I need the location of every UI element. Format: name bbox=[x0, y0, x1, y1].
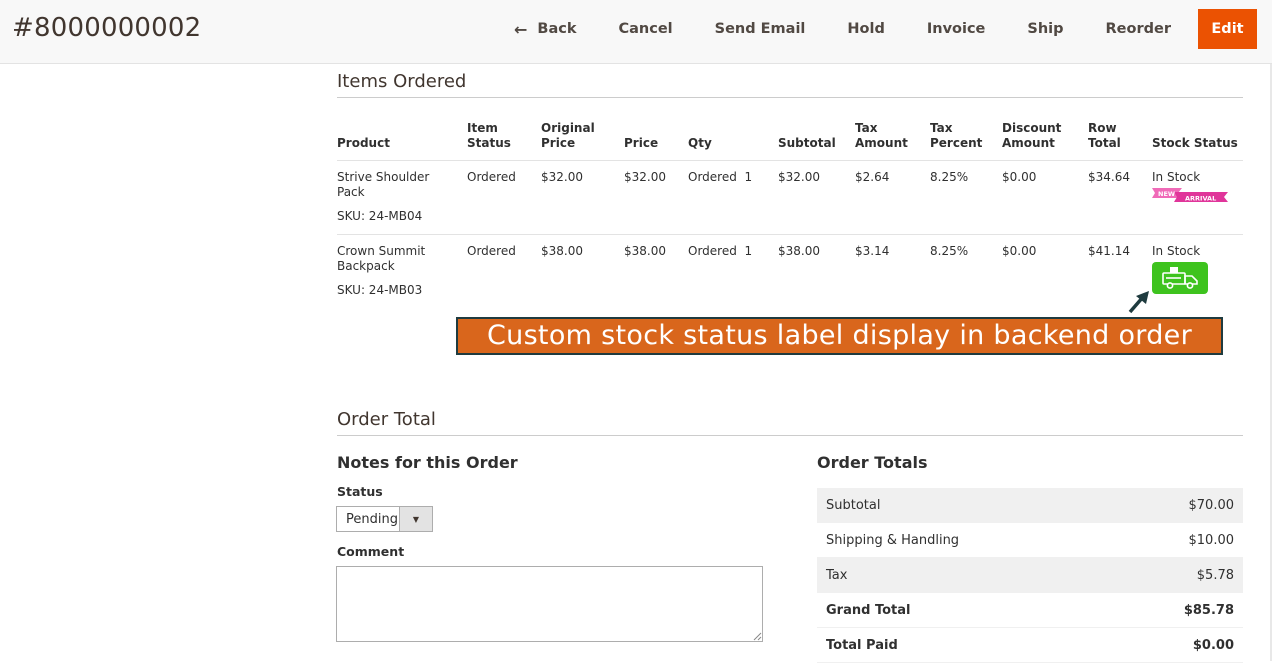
discount-amount-cell: $0.00 bbox=[1002, 244, 1037, 258]
hold-button[interactable]: Hold bbox=[826, 9, 905, 49]
order-totals-table: Subtotal $70.00 Shipping & Handling $10.00… bbox=[817, 488, 1243, 663]
ship-button[interactable]: Ship bbox=[1006, 9, 1084, 49]
column-header: Product bbox=[337, 113, 467, 161]
discount-amount-cell: $0.00 bbox=[1002, 160, 1088, 235]
svg-text:ARRIVAL: ARRIVAL bbox=[1185, 195, 1216, 203]
new-arrival-ribbon-icon: NEW ARRIVAL bbox=[1152, 187, 1228, 203]
back-button-label: Back bbox=[537, 21, 577, 37]
column-header: Subtotal bbox=[778, 113, 855, 161]
price-cell: $32.00 bbox=[624, 160, 688, 235]
resize-grip-icon[interactable] bbox=[753, 632, 762, 641]
items-ordered-title: Items Ordered bbox=[337, 71, 1243, 98]
table-row: Crown Summit Backpack SKU: 24-MB03 Order… bbox=[337, 235, 1243, 309]
column-header: Original Price bbox=[541, 113, 624, 161]
notes-title: Notes for this Order bbox=[337, 453, 518, 472]
price-cell: $38.00 bbox=[624, 244, 666, 258]
comment-label: Comment bbox=[337, 544, 405, 559]
original-price-cell: $38.00 bbox=[541, 244, 583, 258]
arrow-left-icon: ← bbox=[513, 19, 528, 39]
reorder-button[interactable]: Reorder bbox=[1085, 9, 1192, 49]
column-header: Row Total bbox=[1088, 113, 1152, 161]
totals-row-total-paid: Total Paid $0.00 bbox=[817, 628, 1243, 663]
item-status-cell: Ordered bbox=[467, 244, 516, 258]
original-price-cell: $32.00 bbox=[541, 160, 624, 235]
totals-row-grand-total: Grand Total $85.78 bbox=[817, 593, 1243, 628]
cancel-button[interactable]: Cancel bbox=[597, 9, 693, 49]
row-total-cell: $34.64 bbox=[1088, 160, 1152, 235]
order-totals-title: Order Totals bbox=[817, 453, 928, 472]
stock-status-text: In Stock bbox=[1152, 244, 1201, 258]
items-ordered-table: Product Item Status Original Price Price… bbox=[337, 113, 1243, 308]
product-name: Crown Summit Backpack bbox=[337, 244, 426, 273]
order-total-title: Order Total bbox=[337, 409, 1243, 436]
tax-amount-cell: $2.64 bbox=[855, 160, 930, 235]
tax-percent-cell: 8.25% bbox=[930, 160, 1002, 235]
page-header: #8000000002 ← Back Cancel Send Email Hol… bbox=[0, 0, 1272, 64]
qty-cell: Ordered 1 bbox=[688, 244, 753, 258]
column-header: Stock Status bbox=[1152, 113, 1243, 161]
tax-amount-cell: $3.14 bbox=[855, 244, 890, 258]
totals-row-shipping: Shipping & Handling $10.00 bbox=[817, 523, 1243, 558]
stock-status-cell: In Stock bbox=[1152, 235, 1243, 309]
comment-textarea[interactable] bbox=[336, 566, 763, 642]
annotation-callout: Custom stock status label display in bac… bbox=[456, 317, 1223, 385]
invoice-button[interactable]: Invoice bbox=[906, 9, 1007, 49]
callout-arrow-icon bbox=[1128, 291, 1149, 314]
edit-button[interactable]: Edit bbox=[1198, 9, 1257, 49]
svg-text:NEW: NEW bbox=[1158, 190, 1175, 198]
table-row: Strive Shoulder Pack SKU: 24-MB04 Ordere… bbox=[337, 160, 1243, 235]
column-header: Price bbox=[624, 113, 688, 161]
item-status-cell: Ordered bbox=[467, 160, 541, 235]
qty-cell: Ordered 1 bbox=[688, 160, 778, 235]
subtotal-cell: $32.00 bbox=[778, 160, 855, 235]
stock-status-text: In Stock bbox=[1152, 170, 1201, 184]
column-header: Tax Amount bbox=[855, 113, 930, 161]
column-header: Item Status bbox=[467, 113, 541, 161]
column-header: Discount Amount bbox=[1002, 113, 1088, 161]
send-email-button[interactable]: Send Email bbox=[694, 9, 827, 49]
product-sku: SKU: 24-MB03 bbox=[337, 283, 423, 297]
product-cell: Crown Summit Backpack SKU: 24-MB03 bbox=[337, 235, 467, 309]
tax-percent-cell: 8.25% bbox=[930, 244, 969, 258]
status-label: Status bbox=[337, 484, 383, 499]
totals-row-subtotal: Subtotal $70.00 bbox=[817, 488, 1243, 523]
delivery-truck-icon bbox=[1152, 262, 1208, 294]
product-name: Strive Shoulder Pack bbox=[337, 170, 430, 199]
column-header: Qty bbox=[688, 113, 778, 161]
subtotal-cell: $38.00 bbox=[778, 244, 820, 258]
column-header: Tax Percent bbox=[930, 113, 1002, 161]
back-button[interactable]: ← Back bbox=[493, 9, 597, 49]
table-header-row: Product Item Status Original Price Price… bbox=[337, 113, 1243, 161]
status-select-value: Pending bbox=[346, 511, 398, 527]
status-select[interactable]: Pending ▼ bbox=[336, 506, 433, 532]
totals-row-tax: Tax $5.78 bbox=[817, 558, 1243, 593]
page-title: #8000000002 bbox=[12, 13, 202, 43]
product-cell: Strive Shoulder Pack SKU: 24-MB04 bbox=[337, 160, 467, 235]
page-actions-toolbar: ← Back Cancel Send Email Hold Invoice Sh… bbox=[493, 9, 1272, 49]
stock-status-cell: In Stock NEW ARRIVAL bbox=[1152, 160, 1243, 235]
chevron-down-icon[interactable]: ▼ bbox=[399, 507, 432, 531]
product-sku: SKU: 24-MB04 bbox=[337, 209, 423, 223]
